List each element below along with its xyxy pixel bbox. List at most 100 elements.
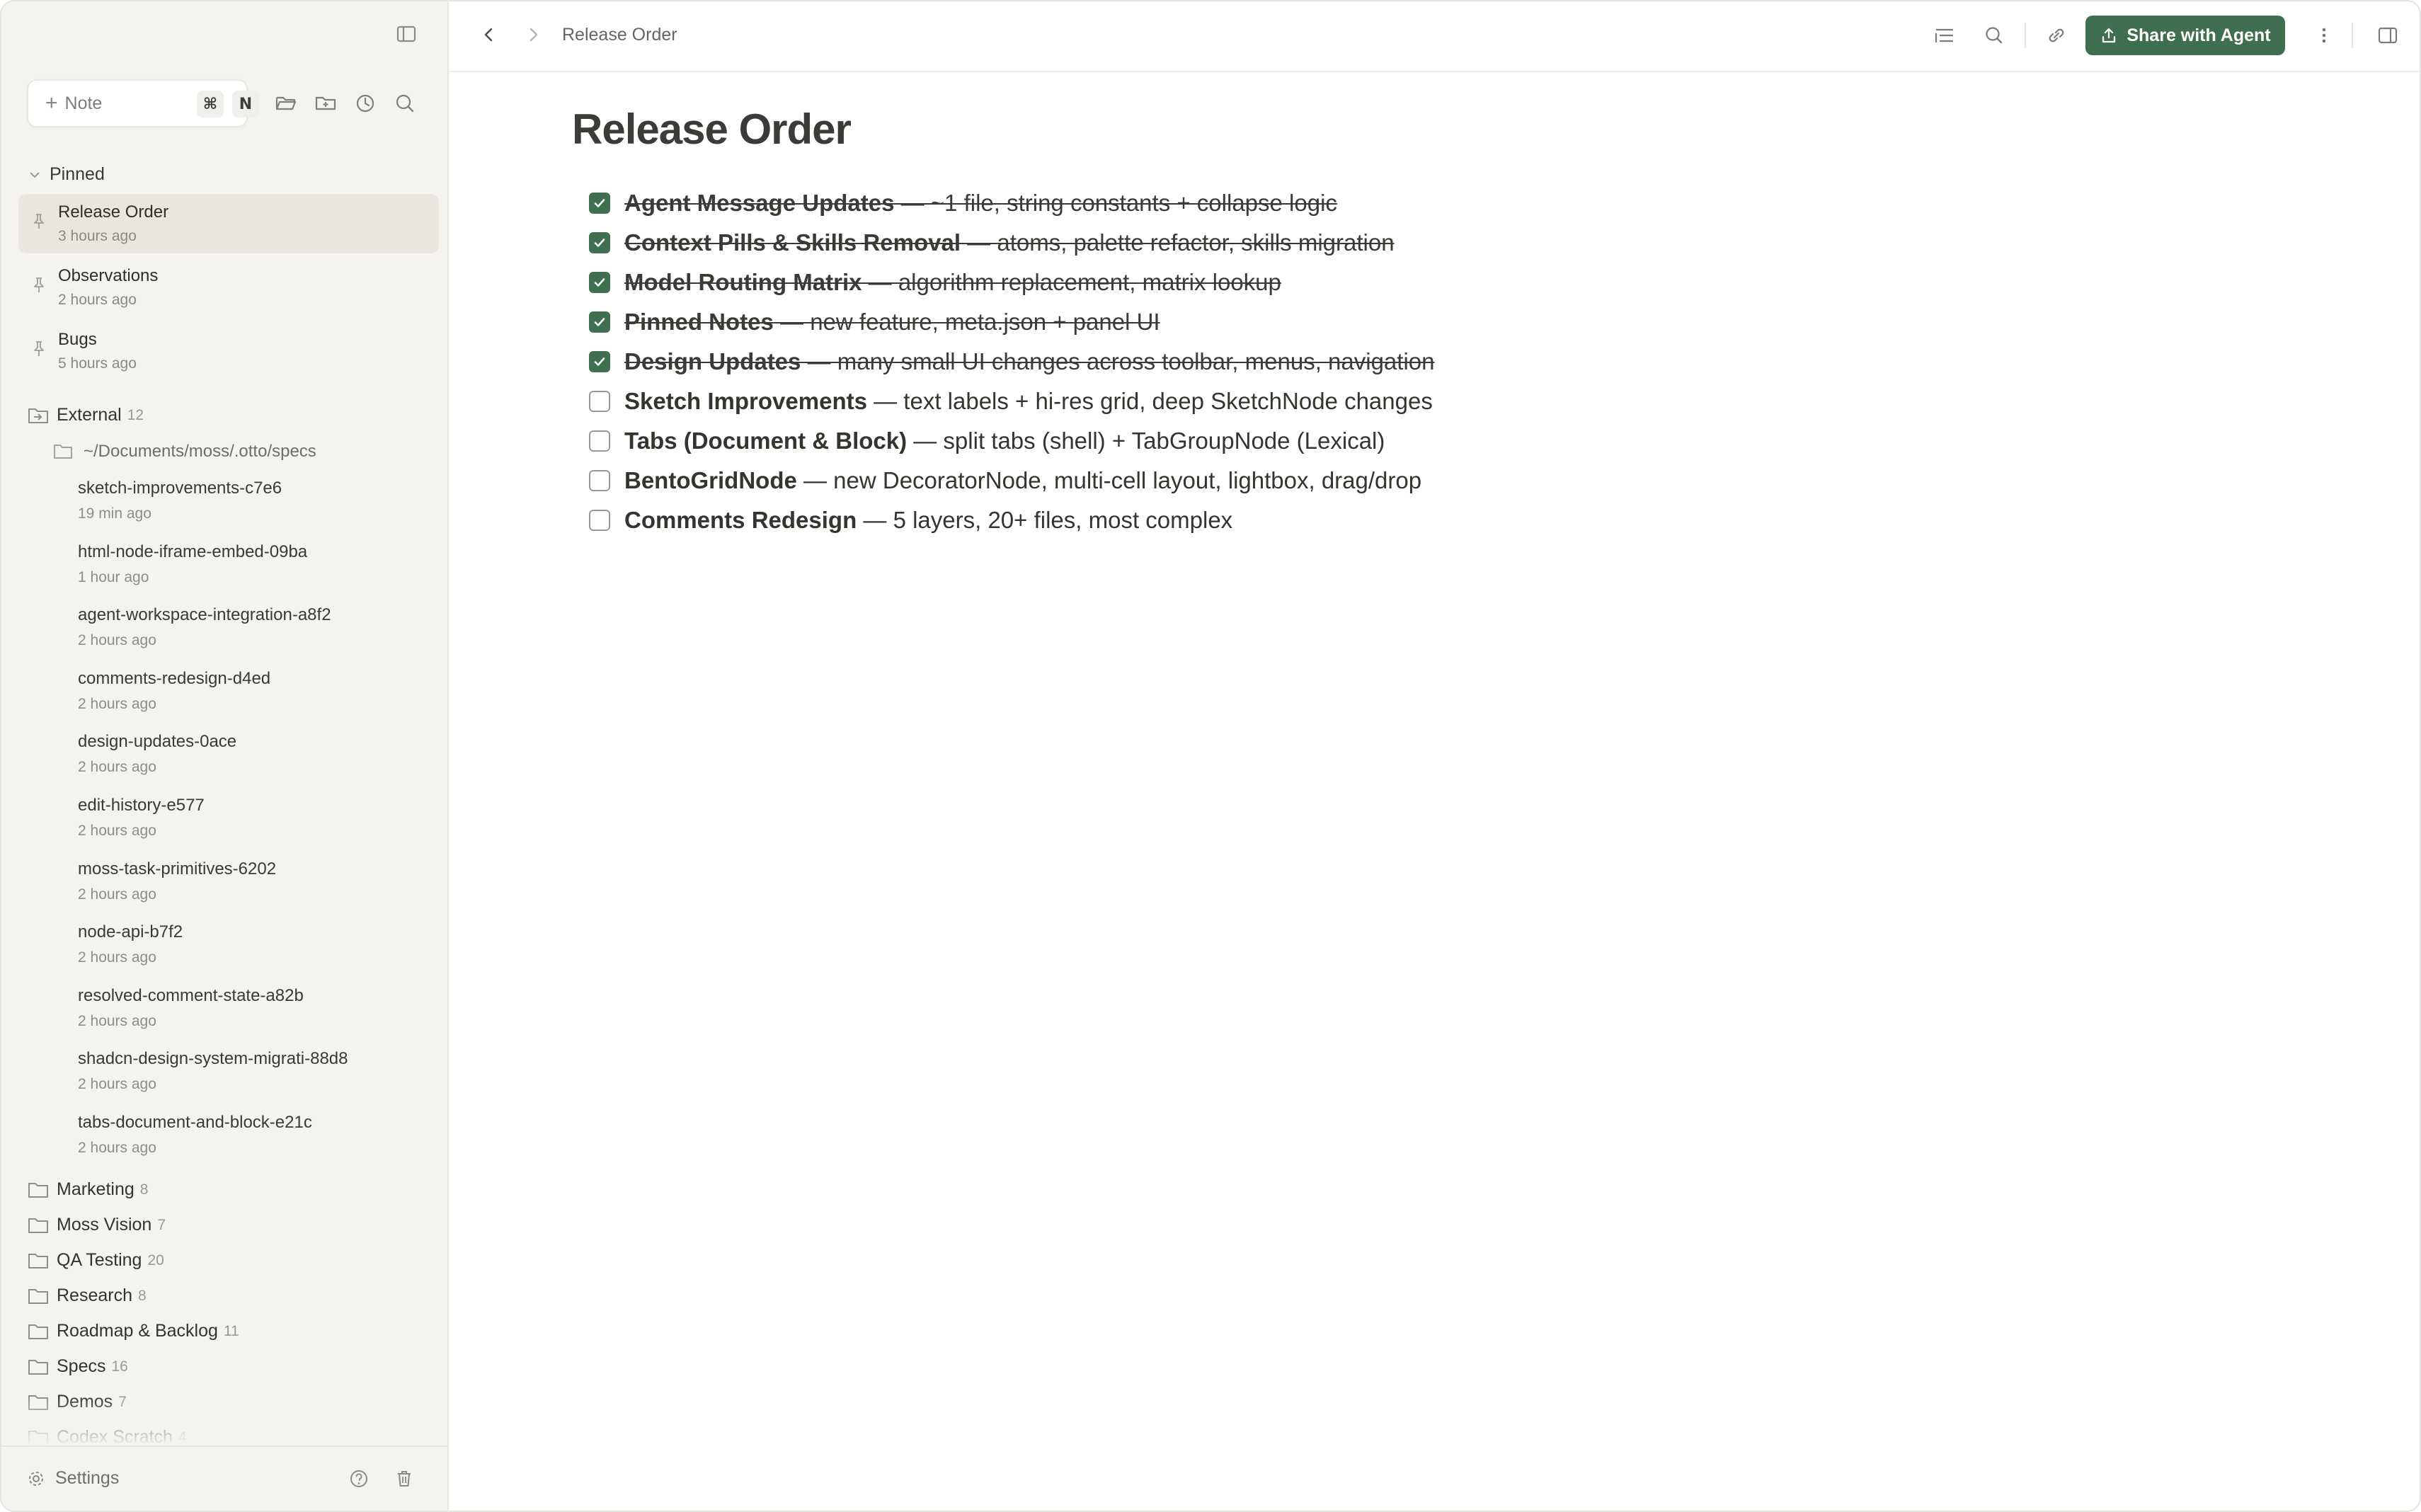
external-note-time: 2 hours ago — [78, 886, 156, 903]
task-description: — split tabs (shell) + TabGroupNode (Lex… — [907, 428, 1385, 454]
external-note-time: 2 hours ago — [78, 759, 156, 776]
help-icon[interactable] — [348, 1468, 370, 1489]
task-text[interactable]: Agent Message Updates — ~1 file, string … — [624, 190, 1337, 217]
forward-arrow-icon[interactable] — [522, 24, 544, 45]
pinned-note-release-order[interactable]: Release Order 3 hours ago — [18, 194, 439, 253]
external-note-time: 2 hours ago — [78, 1140, 156, 1156]
page-title[interactable]: Release Order — [572, 105, 852, 154]
external-note-title: shadcn-design-system-migrati-88d8 — [78, 1049, 348, 1069]
back-arrow-icon[interactable] — [479, 24, 500, 45]
settings-button[interactable]: Settings — [27, 1468, 119, 1489]
pinned-note-bugs[interactable]: Bugs 5 hours ago — [18, 321, 439, 381]
task-description: — ~1 file, string constants + collapse l… — [894, 190, 1337, 216]
check-icon — [594, 278, 605, 287]
folder-item[interactable]: Marketing 8 — [27, 1179, 148, 1200]
task-text[interactable]: Tabs (Document & Block) — split tabs (sh… — [624, 428, 1385, 454]
right-panel-toggle-icon[interactable] — [2376, 23, 2400, 47]
checkbox-unchecked[interactable] — [589, 430, 610, 452]
checkbox-checked[interactable] — [589, 232, 610, 253]
checkbox-unchecked[interactable] — [589, 391, 610, 412]
task-description: — new feature, meta.json + panel UI — [773, 309, 1160, 335]
external-note-time: 2 hours ago — [78, 949, 156, 966]
task-text[interactable]: Comments Redesign — 5 layers, 20+ files,… — [624, 507, 1232, 534]
task-item[interactable]: Comments Redesign — 5 layers, 20+ files,… — [589, 503, 1232, 538]
task-description: — atoms, palette refactor, skills migrat… — [961, 229, 1395, 256]
new-folder-icon[interactable] — [313, 91, 338, 116]
folder-count: 8 — [139, 1181, 149, 1198]
task-item[interactable]: Context Pills & Skills Removal — atoms, … — [589, 225, 1395, 260]
task-item[interactable]: Pinned Notes — new feature, meta.json + … — [589, 304, 1160, 340]
more-options-icon[interactable] — [2312, 23, 2336, 47]
folder-item[interactable]: Specs 16 — [27, 1356, 128, 1377]
pinned-section-header[interactable]: Pinned — [27, 164, 105, 185]
task-title: Context Pills & Skills Removal — [624, 229, 961, 256]
checkbox-checked[interactable] — [589, 193, 610, 214]
folder-item[interactable]: Moss Vision 7 — [27, 1215, 166, 1235]
external-note-item[interactable]: tabs-document-and-block-e21c 2 hours ago — [78, 1113, 312, 1157]
task-title: Comments Redesign — [624, 507, 857, 533]
external-note-item[interactable]: comments-redesign-d4ed 2 hours ago — [78, 669, 270, 713]
external-note-title: tabs-document-and-block-e21c — [78, 1113, 312, 1132]
checkbox-checked[interactable] — [589, 351, 610, 372]
external-note-item[interactable]: shadcn-design-system-migrati-88d8 2 hours… — [78, 1049, 348, 1093]
link-icon[interactable] — [2044, 23, 2068, 47]
task-description: — text labels + hi-res grid, deep Sketch… — [866, 388, 1433, 414]
task-item[interactable]: BentoGridNode — new DecoratorNode, multi… — [589, 463, 1421, 498]
folder-external[interactable]: External 12 — [27, 405, 144, 425]
external-note-title: sketch-improvements-c7e6 — [78, 479, 282, 498]
external-note-item[interactable]: resolved-comment-state-a82b 2 hours ago — [78, 986, 304, 1030]
external-note-time: 2 hours ago — [78, 695, 156, 712]
breadcrumb[interactable]: Release Order — [562, 25, 677, 45]
pinned-note-observations[interactable]: Observations 2 hours ago — [18, 258, 439, 317]
external-note-item[interactable]: agent-workspace-integration-a8f2 2 hours … — [78, 605, 331, 649]
task-text[interactable]: Pinned Notes — new feature, meta.json + … — [624, 309, 1160, 336]
task-item[interactable]: Sketch Improvements — text labels + hi-r… — [589, 384, 1433, 419]
search-icon[interactable] — [392, 91, 418, 116]
task-item[interactable]: Model Routing Matrix — algorithm replace… — [589, 265, 1281, 300]
checkbox-unchecked[interactable] — [589, 510, 610, 531]
external-note-title: edit-history-e577 — [78, 796, 205, 815]
task-text[interactable]: Context Pills & Skills Removal — atoms, … — [624, 229, 1395, 256]
task-text[interactable]: Model Routing Matrix — algorithm replace… — [624, 269, 1281, 296]
search-icon[interactable] — [1982, 23, 2006, 47]
checkbox-unchecked[interactable] — [589, 470, 610, 491]
task-text[interactable]: BentoGridNode — new DecoratorNode, multi… — [624, 467, 1421, 494]
task-title: Model Routing Matrix — [624, 269, 862, 295]
check-icon — [594, 239, 605, 247]
external-note-title: design-updates-0ace — [78, 732, 237, 752]
task-item[interactable]: Tabs (Document & Block) — split tabs (sh… — [589, 423, 1385, 459]
task-description: — new DecoratorNode, multi-cell layout, … — [796, 467, 1422, 493]
folder-item[interactable]: QA Testing 20 — [27, 1250, 164, 1271]
external-note-item[interactable]: design-updates-0ace 2 hours ago — [78, 732, 236, 776]
trash-icon[interactable] — [394, 1468, 415, 1489]
task-title: Sketch Improvements — [624, 388, 867, 414]
gear-icon — [29, 1471, 43, 1486]
external-note-item[interactable]: moss-task-primitives-6202 2 hours ago — [78, 859, 276, 903]
external-path-folder[interactable]: ~/Documents/moss/.otto/specs — [52, 442, 316, 462]
external-note-item[interactable]: edit-history-e577 2 hours ago — [78, 796, 205, 840]
external-note-item[interactable]: html-node-iframe-embed-09ba 1 hour ago — [78, 542, 307, 586]
external-note-item[interactable]: node-api-b7f2 2 hours ago — [78, 922, 183, 966]
folder-name: QA Testing — [57, 1250, 142, 1270]
recent-history-icon[interactable] — [353, 91, 378, 116]
folder-item[interactable]: Roadmap & Backlog 11 — [27, 1321, 239, 1341]
task-text[interactable]: Design Updates — many small UI changes a… — [624, 348, 1434, 375]
task-description: — 5 layers, 20+ files, most complex — [857, 507, 1233, 533]
checkbox-checked[interactable] — [589, 272, 610, 293]
external-note-time: 2 hours ago — [78, 823, 156, 839]
sidebar-toggle-icon[interactable] — [395, 23, 418, 45]
outline-list-icon[interactable] — [1933, 23, 1957, 47]
share-with-agent-button[interactable]: Share with Agent — [2085, 16, 2285, 55]
open-folder-icon[interactable] — [273, 91, 299, 116]
external-note-item[interactable]: sketch-improvements-c7e6 19 min ago — [78, 479, 282, 522]
folder-count: 8 — [138, 1287, 147, 1304]
new-note-button[interactable]: + Note ⌘ N — [27, 79, 259, 127]
folder-item[interactable]: Research 8 — [27, 1285, 147, 1306]
pinned-note-time: 5 hours ago — [58, 355, 137, 372]
checkbox-checked[interactable] — [589, 311, 610, 333]
task-item[interactable]: Agent Message Updates — ~1 file, string … — [589, 185, 1337, 221]
task-text[interactable]: Sketch Improvements — text labels + hi-r… — [624, 388, 1433, 415]
pin-icon — [34, 341, 44, 356]
folder-icon — [28, 1359, 48, 1375]
task-item[interactable]: Design Updates — many small UI changes a… — [589, 344, 1434, 379]
